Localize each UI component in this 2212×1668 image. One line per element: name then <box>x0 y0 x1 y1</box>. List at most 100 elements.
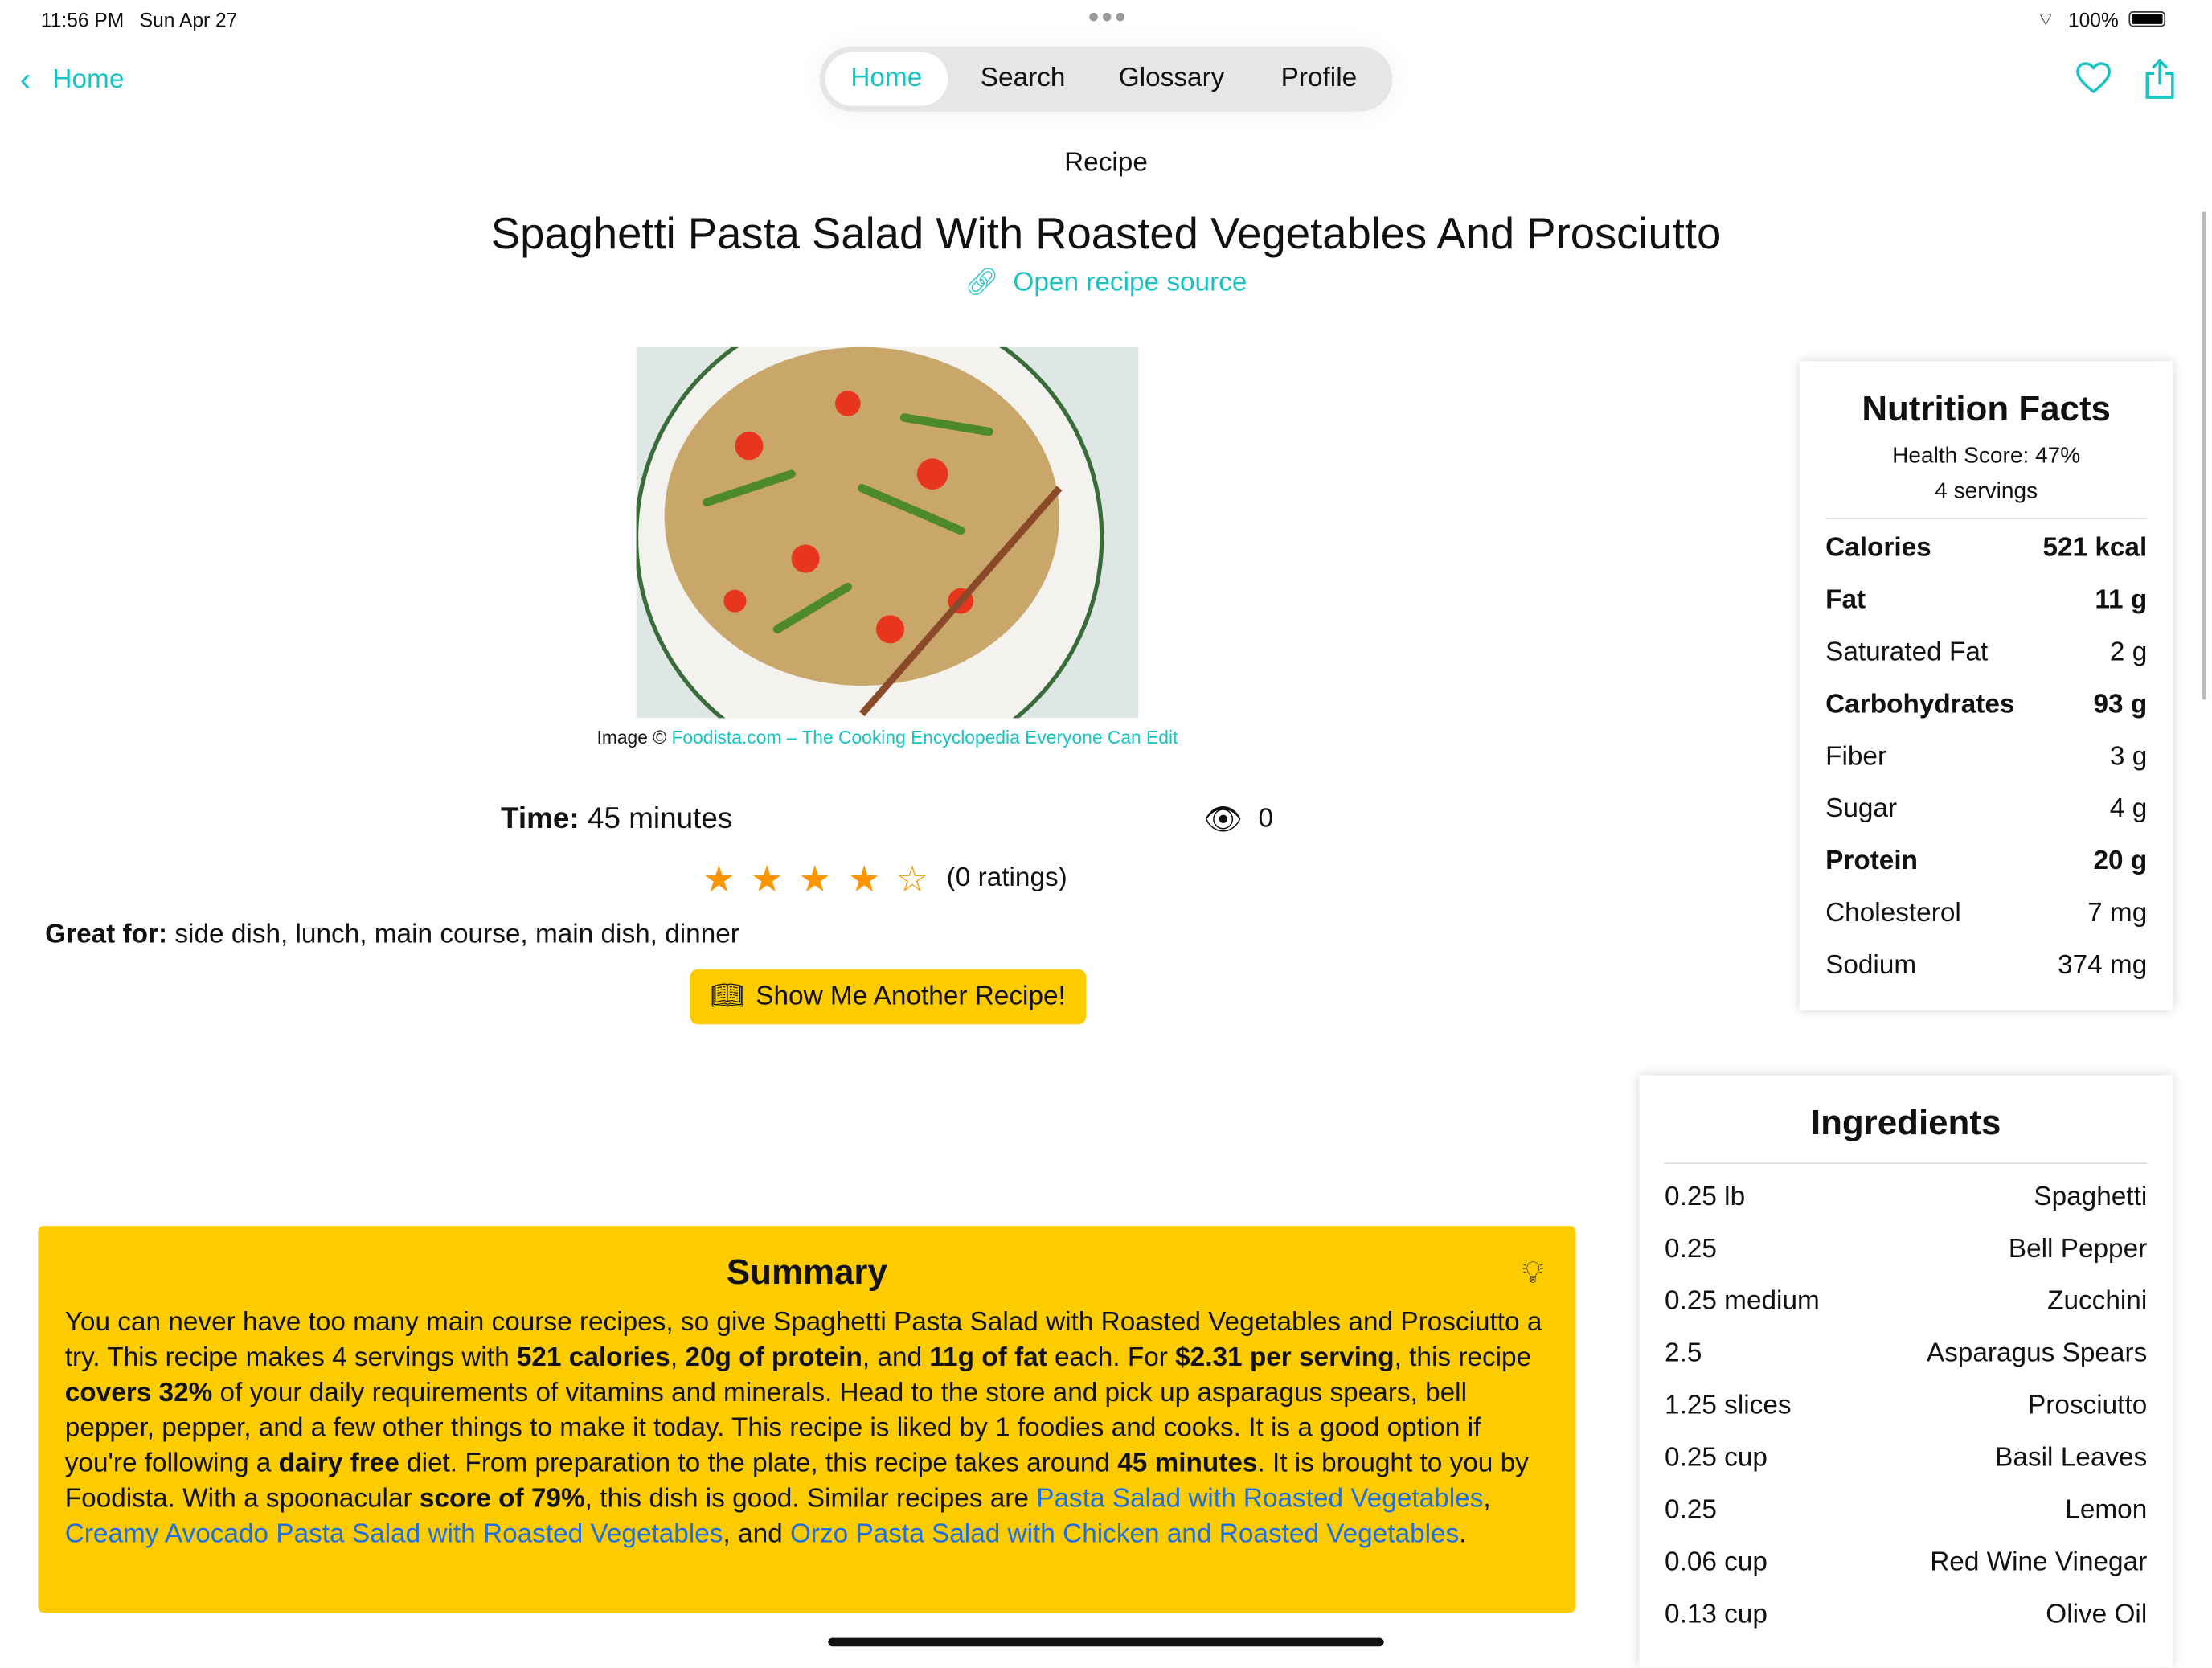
time-label: Time: <box>501 802 580 836</box>
ingredient-row: 0.25 Bell Pepper <box>1665 1235 2147 1266</box>
another-recipe-label: Show Me Another Recipe! <box>756 982 1066 1012</box>
open-source-label: Open recipe source <box>1013 268 1247 298</box>
nutrition-row: Fat 11 g <box>1825 585 2147 617</box>
ingredient-name: Bell Pepper <box>2008 1234 2148 1264</box>
tab-glossary[interactable]: Glossary <box>1119 47 1225 112</box>
ingredient-amount: 0.06 cup <box>1665 1547 1768 1578</box>
similar-recipe-link[interactable]: Orzo Pasta Salad with Chicken and Roaste… <box>790 1519 1459 1549</box>
ingredients-card: Ingredients 0.25 lb Spaghetti 0.25 Bell Pep… <box>1639 1075 2173 1668</box>
tab-profile[interactable]: Profile <box>1281 47 1358 112</box>
ingredient-row: 2.5 Asparagus Spears <box>1665 1339 2147 1371</box>
great-for: Great for: side dish, lunch, main course… <box>45 920 739 951</box>
nutrient-label: Fat <box>1825 585 1866 616</box>
ingredient-amount: 0.13 cup <box>1665 1600 1768 1630</box>
multitask-dots-icon[interactable]: ●●● <box>1088 4 1128 27</box>
star-filled-icon[interactable]: ★ <box>703 858 735 901</box>
ingredient-amount: 0.25 <box>1665 1234 1717 1264</box>
ingredient-name: Prosciutto <box>2027 1391 2148 1421</box>
nutrient-label: Carbohydrates <box>1825 690 2015 720</box>
great-for-label: Great for: <box>45 920 168 950</box>
share-icon[interactable] <box>2143 58 2177 100</box>
star-filled-icon[interactable]: ★ <box>798 858 831 901</box>
servings: 4 servings <box>1935 479 2038 504</box>
nutrient-label: Sugar <box>1825 794 1898 824</box>
ingredient-amount: 1.25 slices <box>1665 1391 1792 1421</box>
nutrient-label: Saturated Fat <box>1825 637 1989 668</box>
ingredient-amount: 2.5 <box>1665 1338 1702 1369</box>
recipe-image <box>636 346 1139 719</box>
star-empty-icon[interactable]: ☆ <box>895 858 928 901</box>
nutrition-title: Nutrition Facts <box>1862 389 2111 429</box>
nutrition-row: Sugar 4 g <box>1825 794 2147 826</box>
time-info: Time: 45 minutes <box>501 803 732 837</box>
ratings-count: (0 ratings) <box>946 863 1067 893</box>
heart-icon[interactable] <box>2075 60 2112 94</box>
nutrient-label: Protein <box>1825 846 1918 876</box>
nutrient-value: 4 g <box>2109 794 2148 824</box>
great-for-value: side dish, lunch, main course, main dish… <box>174 920 739 950</box>
similar-recipe-link[interactable]: Pasta Salad with Roasted Vegetables <box>1036 1484 1483 1514</box>
ingredient-row: 0.25 Lemon <box>1665 1495 2147 1527</box>
eye-icon: 👁︎ <box>1203 801 1243 837</box>
screen: 11:56 PM Sun Apr 27 ●●● ⌔ 100% ‹ Home Ho… <box>0 0 2212 1668</box>
nutrition-row: Calories 521 kcal <box>1825 533 2147 564</box>
status-time: 11:56 PM <box>40 8 125 31</box>
ingredient-row: 0.25 cup Basil Leaves <box>1665 1443 2147 1474</box>
recipe-title: Spaghetti Pasta Salad With Roasted Veget… <box>490 208 1722 259</box>
similar-recipe-link[interactable]: Creamy Avocado Pasta Salad with Roasted … <box>65 1519 723 1549</box>
health-score: Health Score: 47% <box>1892 444 2081 469</box>
status-date: Sun Apr 27 <box>139 8 238 31</box>
page-header: Recipe <box>1064 148 1148 178</box>
divider <box>1825 518 2148 519</box>
nutrient-value: 2 g <box>2109 637 2148 668</box>
ingredients-title: Ingredients <box>1810 1103 2001 1143</box>
link-icon: 🔗︎ <box>965 268 999 298</box>
home-indicator[interactable] <box>828 1637 1384 1647</box>
wifi-icon: ⌔ <box>2037 8 2054 30</box>
ingredient-row: 0.25 lb Spaghetti <box>1665 1182 2147 1214</box>
tab-search[interactable]: Search <box>981 47 1066 112</box>
ingredient-amount: 0.25 lb <box>1665 1182 1746 1212</box>
ingredient-name: Zucchini <box>2047 1286 2148 1317</box>
image-credit: Image © Foodista.com – The Cooking Encyc… <box>0 727 1775 748</box>
nutrient-label: Cholesterol <box>1825 898 1961 928</box>
ingredient-name: Basil Leaves <box>1995 1443 2148 1473</box>
nutrient-value: 3 g <box>2109 742 2148 773</box>
star-filled-icon[interactable]: ★ <box>751 858 784 901</box>
divider <box>1665 1162 2148 1164</box>
time-value: 45 minutes <box>587 802 733 836</box>
ingredient-name: Spaghetti <box>2034 1182 2148 1212</box>
nutrition-row: Cholesterol 7 mg <box>1825 899 2147 930</box>
nutrition-row: Fiber 3 g <box>1825 742 2147 773</box>
nutrient-label: Sodium <box>1825 950 1917 981</box>
another-recipe-button[interactable]: 📖︎ Show Me Another Recipe! <box>690 969 1087 1025</box>
nutrient-value: 374 mg <box>2058 950 2148 981</box>
chevron-left-icon: ‹ <box>19 60 31 99</box>
star-filled-icon[interactable]: ★ <box>848 858 881 901</box>
ingredient-amount: 0.25 <box>1665 1495 1717 1526</box>
summary-text: You can never have too many main course … <box>64 1307 1542 1550</box>
book-icon: 📖︎ <box>710 982 745 1012</box>
nutrient-value: 20 g <box>2093 846 2148 876</box>
back-button[interactable]: ‹ Home <box>20 60 125 100</box>
nutrition-row: Sodium 374 mg <box>1825 951 2147 982</box>
nutrition-row: Protein 20 g <box>1825 846 2147 878</box>
tab-bar: Home Search Glossary Profile <box>819 46 1393 112</box>
credit-link[interactable]: Foodista.com – The Cooking Encyclopedia … <box>671 727 1178 748</box>
ingredient-name: Asparagus Spears <box>1926 1338 2148 1369</box>
ingredient-row: 0.06 cup Red Wine Vinegar <box>1665 1547 2147 1579</box>
summary-card: Summary 💡︎ You can never have too many m… <box>38 1226 1576 1613</box>
tab-home[interactable]: Home <box>825 51 948 106</box>
ingredient-row: 0.25 medium Zucchini <box>1665 1287 2147 1318</box>
ingredient-name: Red Wine Vinegar <box>1930 1547 2148 1578</box>
scrollbar[interactable] <box>2202 211 2206 700</box>
open-source-link[interactable]: 🔗︎ Open recipe source <box>0 265 2212 299</box>
nutrient-label: Calories <box>1825 533 1931 564</box>
ingredient-amount: 0.25 cup <box>1665 1443 1768 1473</box>
nutrition-row: Saturated Fat 2 g <box>1825 637 2147 669</box>
lightbulb-icon[interactable]: 💡︎ <box>1522 1254 1544 1291</box>
summary-title: Summary <box>726 1252 887 1293</box>
nutrition-row: Carbohydrates 93 g <box>1825 690 2147 721</box>
nutrient-value: 521 kcal <box>2042 533 2148 564</box>
nutrient-label: Fiber <box>1825 742 1887 773</box>
